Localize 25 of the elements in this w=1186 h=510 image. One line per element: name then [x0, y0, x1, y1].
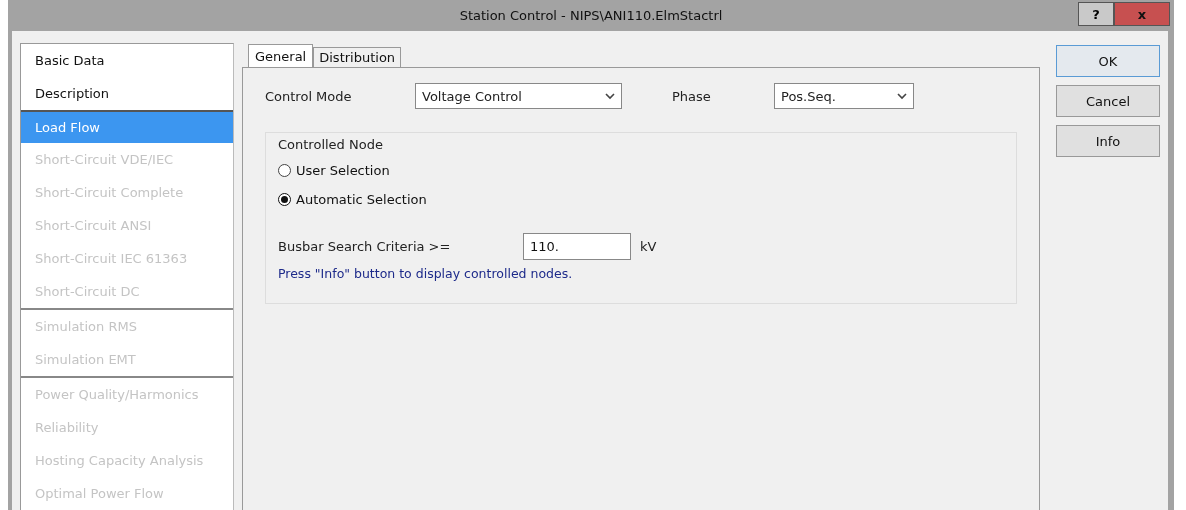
dropdown[interactable]: Voltage Control [415, 83, 622, 109]
sidebar-item[interactable]: Description [21, 77, 233, 110]
window-title: Station Control - NIPS\ANI110.ElmStactrl [459, 8, 723, 23]
sidebar-item[interactable]: Basic Data [21, 44, 233, 77]
tab[interactable]: General [248, 44, 314, 68]
group-title: Controlled Node [278, 137, 384, 152]
radio-button[interactable]: User Selection [278, 156, 390, 185]
input-field[interactable]: 110. [523, 232, 631, 260]
field-label: Phase [672, 88, 712, 104]
field-label: Busbar Search Criteria >= [278, 238, 452, 254]
radio-circle[interactable] [278, 193, 291, 206]
field-label: Control Mode [265, 88, 353, 104]
tab[interactable]: Distribution [313, 47, 402, 67]
dialog-button[interactable]: OK [1056, 45, 1160, 77]
hint-text: Press "Info" button to display controlled nodes. [278, 266, 574, 281]
dropdown[interactable]: Pos.Seq. [774, 83, 914, 109]
radio-circle[interactable] [278, 164, 291, 177]
help-button[interactable]: ? [1078, 2, 1114, 26]
dialog-button[interactable]: Info [1056, 125, 1160, 157]
close-button[interactable]: x [1114, 2, 1170, 26]
chevron-icon [897, 92, 907, 100]
radio-button[interactable]: Automatic Selection [278, 185, 427, 214]
unit-label: kV [640, 238, 657, 254]
chevron-icon [605, 92, 615, 100]
dialog-button[interactable]: Cancel [1056, 85, 1160, 117]
